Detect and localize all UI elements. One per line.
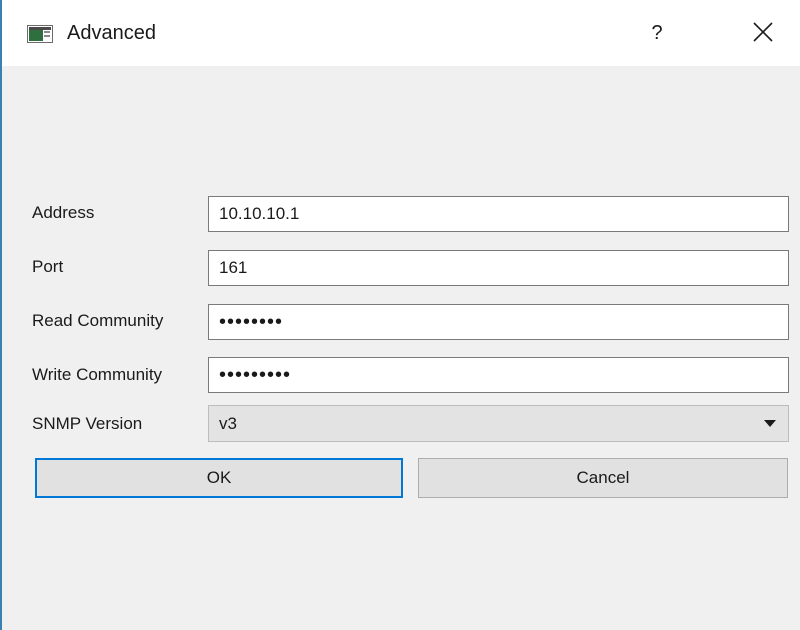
app-window-icon <box>27 25 53 43</box>
snmp-version-value: v3 <box>219 414 237 433</box>
help-button[interactable]: ? <box>642 16 672 50</box>
snmp-version-select[interactable]: v3 <box>208 405 789 442</box>
close-icon <box>753 22 773 42</box>
ok-button[interactable]: OK <box>35 458 403 498</box>
cancel-button[interactable]: Cancel <box>418 458 788 498</box>
write-community-label: Write Community <box>32 365 163 384</box>
help-icon: ? <box>651 22 663 44</box>
port-input[interactable] <box>208 250 789 286</box>
title-bar: Advanced ? <box>2 0 800 66</box>
write-community-input[interactable]: ••••••••• <box>208 357 789 393</box>
close-button[interactable] <box>738 10 788 54</box>
dropdown-arrow-icon <box>764 420 776 427</box>
snmp-version-label: SNMP Version <box>32 414 143 433</box>
address-label: Address <box>32 203 95 222</box>
port-label: Port <box>32 257 64 276</box>
advanced-dialog: Advanced ? Address Port Read Community •… <box>0 0 800 630</box>
address-input[interactable] <box>208 196 789 232</box>
read-community-input[interactable]: •••••••• <box>208 304 789 340</box>
read-community-label: Read Community <box>32 311 164 330</box>
window-title: Advanced <box>67 22 156 44</box>
